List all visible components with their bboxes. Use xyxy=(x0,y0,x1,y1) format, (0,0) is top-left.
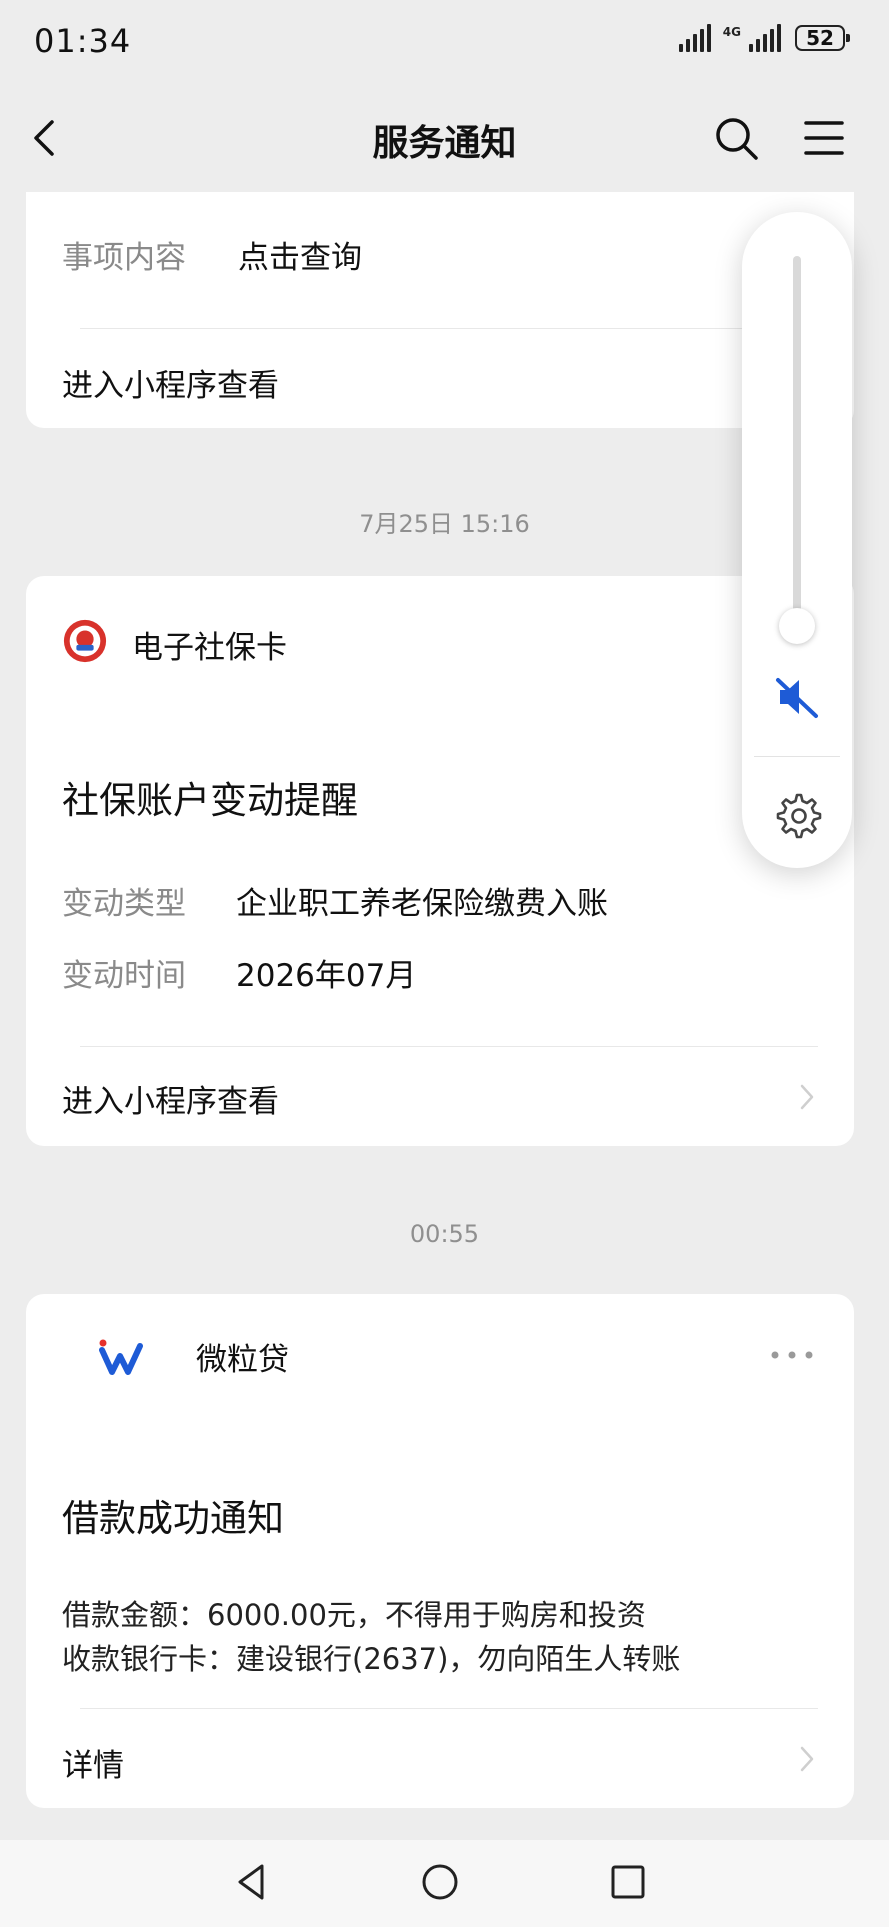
loan-amount-line: 借款金额：6000.00元，不得用于购房和投资 xyxy=(62,1598,646,1632)
nav-home-icon[interactable] xyxy=(418,1860,462,1904)
social-security-logo-icon xyxy=(63,619,107,663)
search-icon[interactable] xyxy=(712,114,760,162)
app-name: 微粒贷 xyxy=(196,1342,289,1378)
menu-icon[interactable] xyxy=(800,114,848,162)
divider xyxy=(80,1708,818,1709)
row-label: 变动类型 xyxy=(62,886,186,922)
bank-card-line: 收款银行卡：建设银行(2637)，勿向陌生人转账 xyxy=(62,1642,681,1676)
wifi-signal-icon xyxy=(678,24,711,52)
timestamp: 00:55 xyxy=(409,1220,480,1248)
nav-recents-icon[interactable] xyxy=(606,1860,650,1904)
system-nav-bar xyxy=(0,1840,889,1927)
row-value: 点击查询 xyxy=(238,240,362,276)
divider xyxy=(754,756,840,757)
notification-card-loan: 微粒贷 借款成功通知 借款金额：6000.00元，不得用于购房和投资 收款银行卡… xyxy=(26,1294,854,1808)
nav-back-icon[interactable] xyxy=(230,1860,274,1904)
notification-card-prev: 事项内容 点击查询 进入小程序查看 xyxy=(26,192,854,428)
volume-slider-track[interactable] xyxy=(793,256,801,626)
network-type: 4G xyxy=(722,25,741,39)
divider xyxy=(80,328,818,329)
battery-icon: 52 xyxy=(795,25,850,51)
cell-signal-icon xyxy=(749,24,781,52)
open-miniprogram-link[interactable]: 进入小程序查看 xyxy=(62,1076,279,1121)
row-label: 事项内容 xyxy=(62,240,186,276)
card-title: 社保账户变动提醒 xyxy=(62,779,358,822)
row-label: 变动时间 xyxy=(62,958,186,994)
open-miniprogram-link[interactable]: 进入小程序查看 xyxy=(62,360,279,405)
notification-card-social-security: 电子社保卡 社保账户变动提醒 变动类型 企业职工养老保险缴费入账 变动时间 20… xyxy=(26,576,854,1146)
volume-panel xyxy=(742,212,852,868)
nav-bar: 服务通知 xyxy=(0,96,889,180)
card-title: 借款成功通知 xyxy=(62,1497,284,1540)
divider xyxy=(80,1046,818,1047)
mute-icon[interactable] xyxy=(772,672,822,722)
status-icons: 4G 52 xyxy=(678,24,850,52)
chevron-right-icon xyxy=(800,1746,814,1772)
row-value: 2026年07月 xyxy=(236,958,417,994)
volume-slider-knob[interactable] xyxy=(779,608,815,644)
details-link[interactable]: 详情 xyxy=(62,1740,124,1785)
battery-level: 52 xyxy=(806,26,834,50)
status-bar: 01:34 4G 52 xyxy=(0,0,889,90)
status-time: 01:34 xyxy=(34,22,132,60)
app-name: 电子社保卡 xyxy=(132,630,287,666)
gear-icon[interactable] xyxy=(771,790,823,842)
weilidai-logo-icon xyxy=(99,1339,143,1375)
more-options-icon[interactable] xyxy=(770,1350,814,1360)
chevron-right-icon xyxy=(800,1084,814,1110)
row-value: 企业职工养老保险缴费入账 xyxy=(236,886,608,922)
